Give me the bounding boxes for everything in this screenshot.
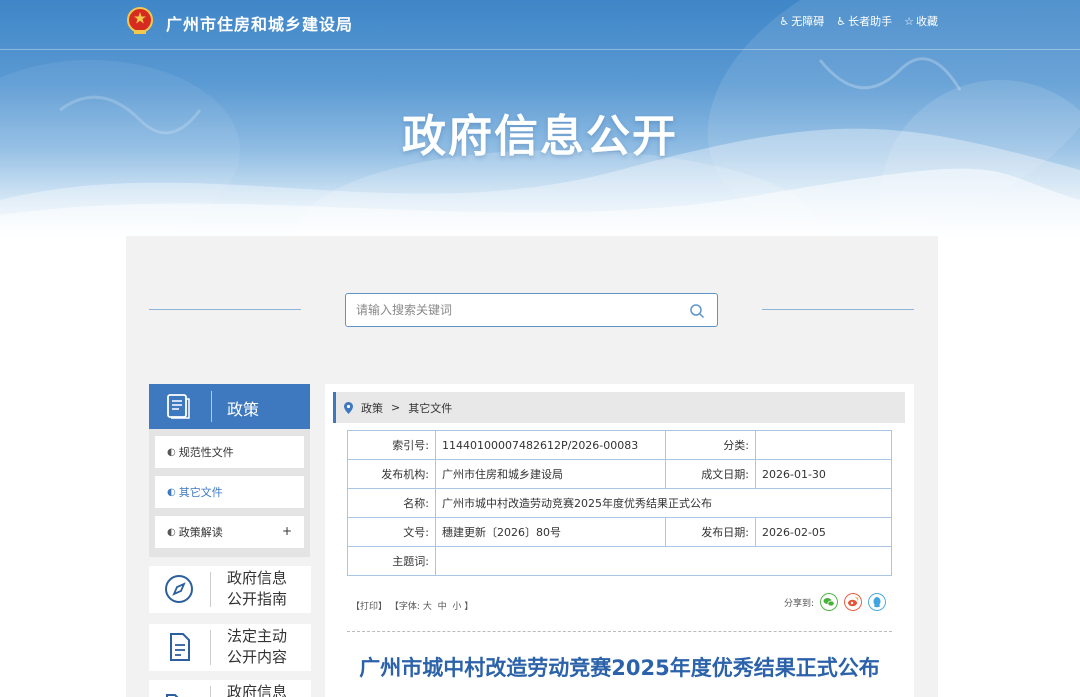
meta-value: 广州市住房和城乡建设局 [435,459,666,489]
site-name[interactable]: 广州市住房和城乡建设局 [166,11,353,35]
meta-label: 发布机构: [347,459,436,489]
article-title: 广州市城中村改造劳动竞赛2025年度优秀结果正式公布 [359,656,880,680]
meta-value: 11440100007482612P/2026-00083 [435,430,666,460]
content-area: 政策 ◐ 规范性文件 ◐ 其它文件 ◐ 政策解读 + 政府信息 公开指南 [126,236,938,697]
card-label: 政府信息 [227,683,288,697]
banner-title: 政府信息公开 [402,111,678,162]
share-label: 分享到: [783,598,814,609]
sidebar-title: 政策 [227,400,260,419]
breadcrumb-separator: > [391,401,401,414]
dashed-divider [347,631,892,632]
meta-label: 索引号: [347,430,436,460]
sidebar-item-other-docs[interactable]: ◐ 其它文件 [155,476,304,508]
sidebar-card-statutory[interactable]: 法定主动 公开内容 [149,624,311,671]
meta-label: 成文日期: [665,459,756,489]
meta-label: 名称: [347,488,436,518]
breadcrumb-item-policy[interactable]: 政策 [361,400,383,416]
compass-icon [165,575,193,603]
top-links: ♿ 无障碍 ♿ 长者助手 ☆ 收藏 [779,13,938,29]
wheelchair-icon: ♿ [779,14,790,28]
folder-icon [166,694,192,697]
sidebar-header-divider [211,391,212,422]
card-label: 法定主动 公开内容 [227,627,288,666]
sidebar-menu: ◐ 规范性文件 ◐ 其它文件 ◐ 政策解读 + [149,429,310,557]
meta-label: 发布日期: [665,517,756,547]
breadcrumb: 政策 > 其它文件 [333,392,905,423]
document-small-icon: ◐ [167,526,176,538]
document-small-icon: ◐ [167,446,176,458]
elder-assist-link[interactable]: ♿ 长者助手 [836,13,892,29]
sidebar-item-normative-docs[interactable]: ◐ 规范性文件 [155,436,304,468]
print-button[interactable]: 【打印】 [351,602,387,612]
divider-line [149,309,301,310]
table-row: 主题词: [347,546,892,576]
font-small-button[interactable]: 小 [452,602,461,612]
header-banner: 广州市住房和城乡建设局 ♿ 无障碍 ♿ 长者助手 ☆ 收藏 政府信息公开 [0,0,1080,240]
meta-value: 广州市城中村改造劳动竞赛2025年度优秀结果正式公布 [435,488,892,518]
card-divider [210,630,211,665]
star-icon: ☆ [904,14,914,28]
table-row: 名称: 广州市城中村改造劳动竞赛2025年度优秀结果正式公布 [347,488,892,518]
article-tools: 【打印】 【字体: 大 中 小 】 [351,599,473,612]
share-bar: 分享到: [784,593,886,611]
font-size-suffix: 】 [464,602,474,612]
meta-value [435,546,892,576]
sidebar-card-info[interactable]: 政府信息 [149,680,311,697]
meta-label: 主题词: [347,546,436,576]
weibo-icon[interactable] [844,593,862,611]
location-pin-icon [344,401,353,414]
elder-assist-icon: ♿ [836,14,847,28]
table-row: 索引号: 11440100007482612P/2026-00083 分类: [347,430,892,460]
search-icon[interactable] [689,303,705,319]
card-divider [210,572,211,607]
national-emblem-icon [127,7,153,34]
divider-line [762,309,914,310]
card-label: 政府信息 公开指南 [227,569,288,608]
top-bar: 广州市住房和城乡建设局 ♿ 无障碍 ♿ 长者助手 ☆ 收藏 [0,0,1080,50]
meta-value [755,430,892,460]
wechat-icon[interactable] [820,593,838,611]
breadcrumb-item-other-docs[interactable]: 其它文件 [408,400,452,416]
document-small-icon: ◐ [167,486,176,498]
accessibility-link[interactable]: ♿ 无障碍 [779,13,824,29]
font-size-prefix: 【字体: [389,602,420,612]
meta-value: 2026-01-30 [755,459,892,489]
meta-label: 分类: [665,430,756,460]
policy-book-icon [167,394,190,419]
font-medium-button[interactable]: 中 [438,602,447,612]
font-large-button[interactable]: 大 [423,602,432,612]
table-row: 文号: 穗建更新〔2026〕80号 发布日期: 2026-02-05 [347,517,892,547]
document-icon [170,633,190,661]
qq-icon[interactable] [868,593,886,611]
search-input[interactable] [356,301,676,319]
card-divider [210,686,211,697]
main-panel: 政策 > 其它文件 索引号: 11440100007482612P/2026-0… [325,384,914,697]
sidebar-item-policy-interpretation[interactable]: ◐ 政策解读 + [155,516,304,548]
table-row: 发布机构: 广州市住房和城乡建设局 成文日期: 2026-01-30 [347,459,892,489]
search-box [345,293,718,327]
expand-icon[interactable]: + [282,524,292,538]
sidebar-header: 政策 [149,384,310,429]
document-meta-table: 索引号: 11440100007482612P/2026-00083 分类: 发… [347,430,892,576]
meta-value: 2026-02-05 [755,517,892,547]
sidebar-card-guide[interactable]: 政府信息 公开指南 [149,566,311,613]
meta-label: 文号: [347,517,436,547]
favorite-link[interactable]: ☆ 收藏 [904,13,938,29]
meta-value: 穗建更新〔2026〕80号 [435,517,666,547]
